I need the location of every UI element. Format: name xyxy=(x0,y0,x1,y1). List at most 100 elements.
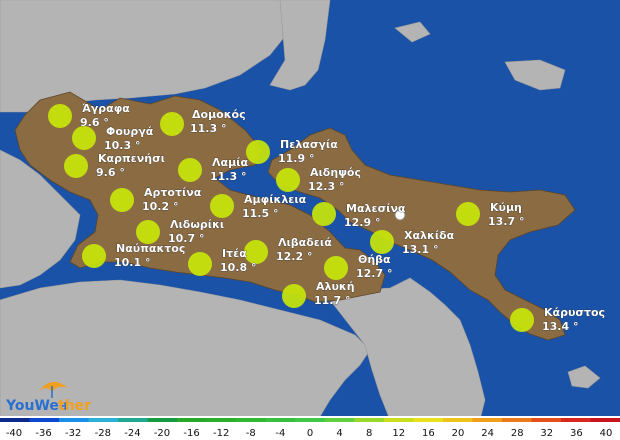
station-name: Κύμη xyxy=(490,201,522,214)
scale-color-segment xyxy=(206,418,237,422)
station-name: Μαλεσίνα xyxy=(346,202,406,215)
scale-color-segment xyxy=(354,418,385,422)
station-marker[interactable] xyxy=(110,188,134,212)
scale-tick-label: 20 xyxy=(452,428,465,439)
station-temp: 11.5 ° xyxy=(242,207,278,220)
station-marker[interactable] xyxy=(276,168,300,192)
scale-color-segment xyxy=(383,418,414,422)
station-marker[interactable] xyxy=(188,252,212,276)
scale-tick-label: -4 xyxy=(275,428,285,439)
station-temp: 11.9 ° xyxy=(278,152,314,165)
station-name: Λιβαδειά xyxy=(278,236,332,249)
station-temp: 13.4 ° xyxy=(542,320,578,333)
station-temp: 9.6 ° xyxy=(80,116,109,129)
station-marker[interactable] xyxy=(72,126,96,150)
station-marker[interactable] xyxy=(82,244,106,268)
station-temp: 12.3 ° xyxy=(308,180,344,193)
station-temp: 10.1 ° xyxy=(114,256,150,269)
station-temp: 10.3 ° xyxy=(104,139,140,152)
station-temp: 11.3 ° xyxy=(190,122,226,135)
station-marker[interactable] xyxy=(136,220,160,244)
scale-tick-label: -24 xyxy=(124,428,140,439)
scale-tick-label: -36 xyxy=(35,428,51,439)
scale-tick-label: -28 xyxy=(95,428,111,439)
station-marker[interactable] xyxy=(48,104,72,128)
scale-color-segment xyxy=(265,418,296,422)
station-name: Κάρυστος xyxy=(544,306,605,319)
scale-color-segment xyxy=(118,418,149,422)
station-marker[interactable] xyxy=(510,308,534,332)
scale-tick-label: 32 xyxy=(540,428,553,439)
station-name: Λιδωρίκι xyxy=(170,218,224,231)
scale-tick-label: 16 xyxy=(422,428,435,439)
scale-tick-label: -40 xyxy=(6,428,22,439)
station-temp: 13.7 ° xyxy=(488,215,524,228)
station-name: Αμφίκλεια xyxy=(244,193,307,206)
station-name: Δομοκός xyxy=(192,108,246,121)
scale-tick-label: -8 xyxy=(246,428,256,439)
scale-color-segment xyxy=(236,418,267,422)
scale-color-segment xyxy=(88,418,119,422)
station-marker[interactable] xyxy=(246,140,270,164)
scale-color-segment xyxy=(413,418,444,422)
station-name: Αρτοτίνα xyxy=(144,186,202,199)
scale-color-segment xyxy=(295,418,326,422)
scale-color-segment xyxy=(442,418,473,422)
station-name: Αιδηψός xyxy=(310,166,361,179)
logo-text-2: ther xyxy=(58,398,91,414)
scale-tick-label: 0 xyxy=(307,428,313,439)
station-name: Πελασγία xyxy=(280,138,338,151)
scale-tick-label: 28 xyxy=(511,428,524,439)
station-temp: 12.2 ° xyxy=(276,250,312,263)
station-temp: 10.2 ° xyxy=(142,200,178,213)
station-marker[interactable] xyxy=(282,284,306,308)
scale-tick-label: 36 xyxy=(570,428,583,439)
scale-color-segment xyxy=(560,418,591,422)
scale-color-segment xyxy=(177,418,208,422)
scale-tick-label: 12 xyxy=(392,428,405,439)
station-temp: 11.3 ° xyxy=(210,170,246,183)
scale-tick-label: -20 xyxy=(154,428,170,439)
station-name: Φουργά xyxy=(106,125,154,138)
station-name: Χαλκίδα xyxy=(404,229,455,242)
scale-color-segment xyxy=(531,418,562,422)
scale-tick-label: -16 xyxy=(183,428,199,439)
scale-color-segment xyxy=(590,418,620,422)
scale-tick-label: -12 xyxy=(213,428,229,439)
station-name: Αλυκή xyxy=(316,280,355,293)
scale-color-segment xyxy=(59,418,90,422)
station-name: Ναύπακτος xyxy=(116,242,185,255)
scale-color-segment xyxy=(472,418,503,422)
scale-color-segment xyxy=(147,418,178,422)
scale-tick-label: -32 xyxy=(65,428,81,439)
scale-tick-label: 8 xyxy=(366,428,372,439)
temperature-scale: -40 -36 -32 -28 -24 -20 -16 -12 -8 -4 0 4 8 12 16 20 24 2… xyxy=(0,416,620,440)
scale-tick-label: 4 xyxy=(336,428,342,439)
station-marker[interactable] xyxy=(370,230,394,254)
station-name: Καρπενήσι xyxy=(98,152,165,165)
scale-color-segment xyxy=(501,418,532,422)
station-temp: 13.1 ° xyxy=(402,243,438,256)
station-name: Ιτέα xyxy=(222,247,247,260)
station-marker[interactable] xyxy=(456,202,480,226)
station-name: Θήβα xyxy=(358,253,391,266)
station-temp: 9.6 ° xyxy=(96,166,125,179)
station-marker[interactable] xyxy=(324,256,348,280)
scale-color-segment xyxy=(324,418,355,422)
scale-tick-label: 24 xyxy=(481,428,494,439)
station-marker[interactable] xyxy=(64,154,88,178)
station-temp: 10.8 ° xyxy=(220,261,256,274)
station-name: Άγραφα xyxy=(82,102,130,115)
scale-color-segment xyxy=(29,418,60,422)
station-temp: 12.9 ° xyxy=(344,216,380,229)
station-marker[interactable] xyxy=(178,158,202,182)
weather-map: Άγραφα9.6 °Φουργά10.3 °Δομοκός11.3 °Καρπ… xyxy=(0,0,620,440)
station-temp: 11.7 ° xyxy=(314,294,350,307)
scale-tick-label: 40 xyxy=(600,428,613,439)
station-marker[interactable] xyxy=(210,194,234,218)
station-marker[interactable] xyxy=(160,112,184,136)
station-marker[interactable] xyxy=(312,202,336,226)
scale-color-segment xyxy=(0,418,31,422)
station-temp: 12.7 ° xyxy=(356,267,392,280)
station-name: Λαμία xyxy=(212,156,248,169)
